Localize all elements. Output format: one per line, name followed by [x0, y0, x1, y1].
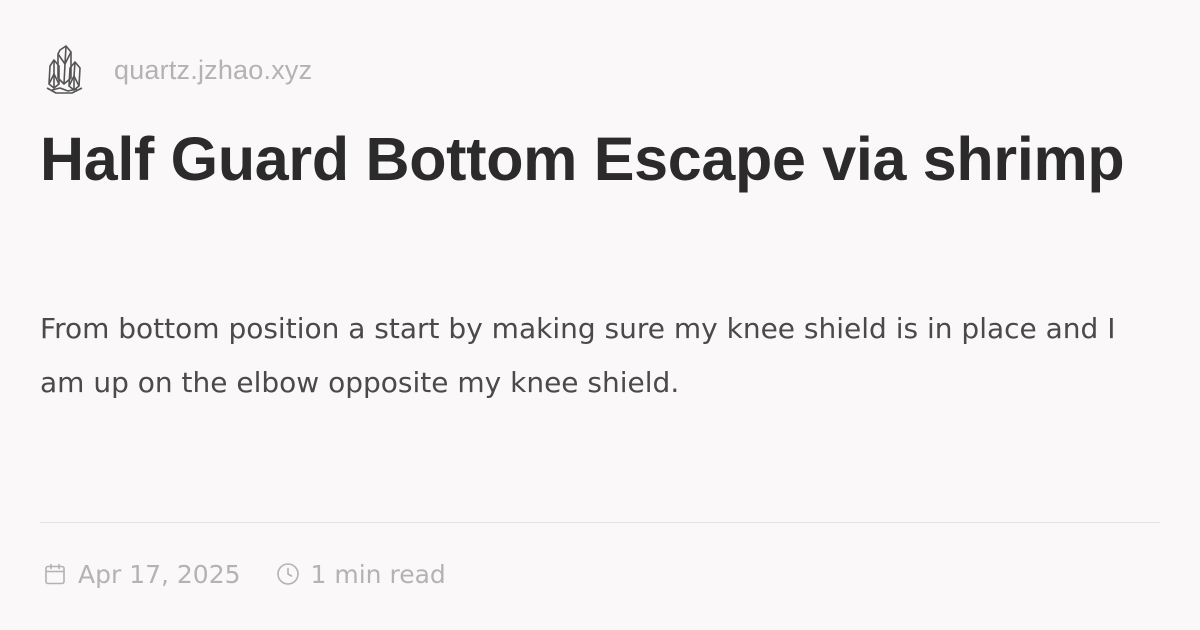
clock-icon — [275, 561, 301, 587]
calendar-icon — [42, 561, 68, 587]
date-item: Apr 17, 2025 — [42, 560, 241, 589]
page-description: From bottom position a start by making s… — [40, 312, 1116, 399]
publish-date: Apr 17, 2025 — [78, 559, 241, 589]
site-header: quartz.jzhao.xyz — [44, 40, 312, 100]
og-card: quartz.jzhao.xyz Half Guard Bottom Escap… — [0, 0, 1200, 630]
page-meta: Apr 17, 2025 1 min read — [42, 556, 446, 592]
page-title: Half Guard Bottom Escape via shrimp — [40, 125, 1125, 193]
reading-time: 1 min read — [310, 559, 446, 589]
divider — [40, 522, 1160, 523]
reading-time-item: 1 min read — [275, 560, 446, 589]
crystal-cluster-icon — [44, 42, 94, 98]
site-url[interactable]: quartz.jzhao.xyz — [114, 55, 312, 86]
